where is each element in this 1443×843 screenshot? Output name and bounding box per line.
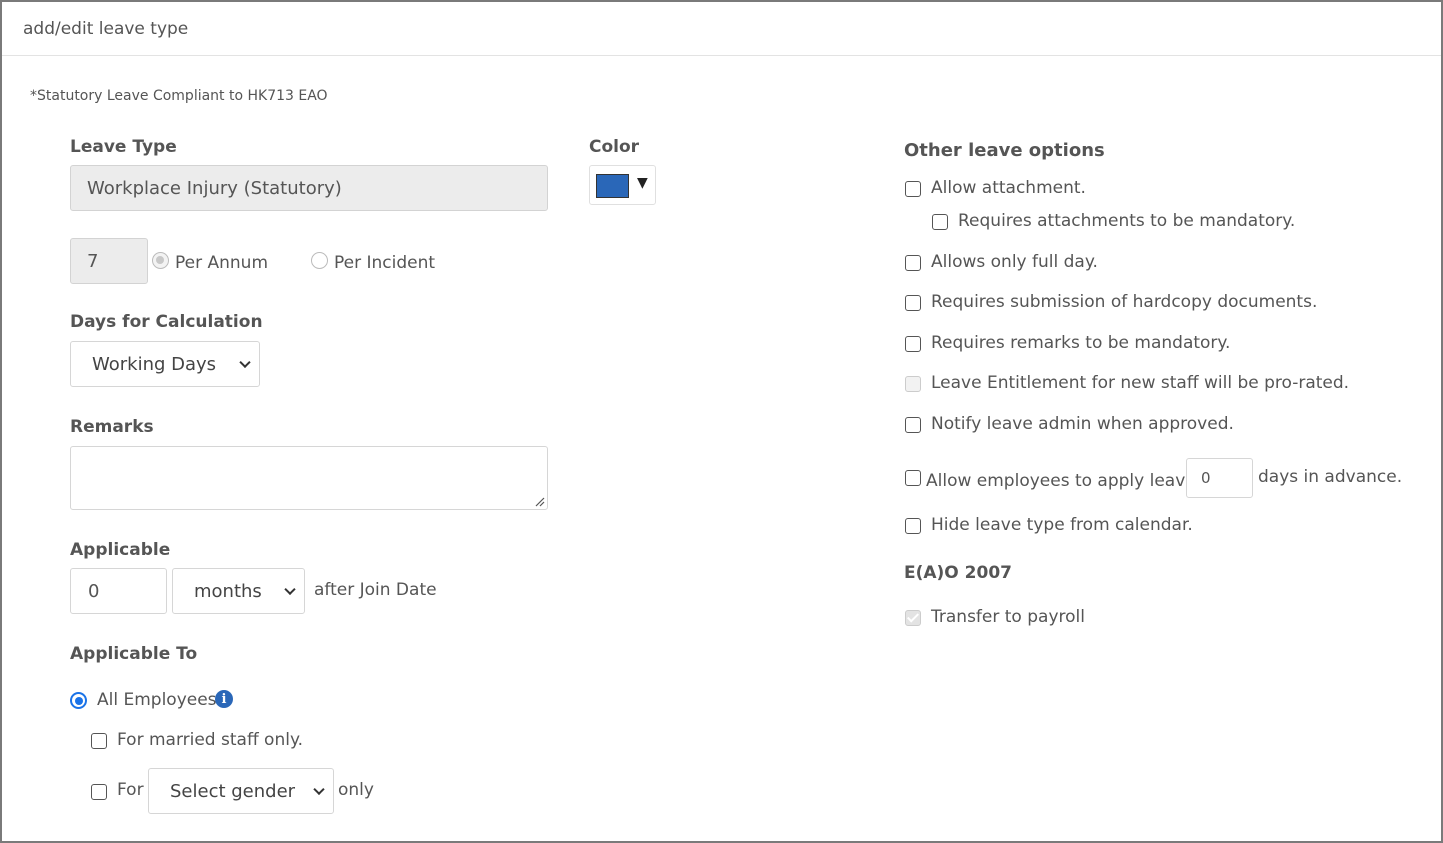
notify-admin-label: Notify leave admin when approved. <box>931 414 1234 434</box>
info-icon[interactable]: i <box>215 690 233 708</box>
color-swatch <box>596 174 629 198</box>
applicable-input[interactable]: 0 <box>70 568 167 614</box>
per-incident-radio[interactable] <box>311 252 328 269</box>
advance-days-input[interactable]: 0 <box>1186 458 1253 498</box>
gender-select[interactable]: Select gender <box>148 768 334 814</box>
apply-in-advance-checkbox[interactable] <box>905 470 921 486</box>
chevron-down-icon <box>313 783 325 796</box>
full-day-only-checkbox[interactable] <box>905 255 921 271</box>
entitlement-days-input[interactable]: 7 <box>70 238 148 284</box>
color-label: Color <box>589 137 640 157</box>
per-annum-radio[interactable] <box>152 252 169 269</box>
transfer-payroll-label: Transfer to payroll <box>931 607 1085 627</box>
per-annum-label: Per Annum <box>175 253 269 273</box>
eao-title: E(A)O 2007 <box>904 563 1012 583</box>
statutory-note: *Statutory Leave Compliant to HK713 EAO <box>30 88 328 104</box>
remarks-mandatory-label: Requires remarks to be mandatory. <box>931 333 1231 353</box>
per-incident-label: Per Incident <box>334 253 436 273</box>
transfer-payroll-checkbox[interactable] <box>905 610 921 626</box>
attachments-mandatory-checkbox[interactable] <box>932 214 948 230</box>
other-options-title: Other leave options <box>904 140 1105 161</box>
days-calc-label: Days for Calculation <box>70 312 263 332</box>
applicable-to-label: Applicable To <box>70 644 198 664</box>
notify-admin-checkbox[interactable] <box>905 417 921 433</box>
hardcopy-docs-checkbox[interactable] <box>905 295 921 311</box>
applicable-unit-select[interactable]: months <box>172 568 305 614</box>
days-calc-value: Working Days <box>92 353 217 375</box>
chevron-down-icon <box>239 356 251 369</box>
gender-only-checkbox[interactable] <box>91 784 107 800</box>
after-join-date-label: after Join Date <box>314 580 437 600</box>
hide-calendar-label: Hide leave type from calendar. <box>931 515 1193 535</box>
hardcopy-docs-label: Requires submission of hardcopy document… <box>931 292 1318 312</box>
attachments-mandatory-label: Requires attachments to be mandatory. <box>958 211 1296 231</box>
all-employees-label: All Employees <box>97 690 217 710</box>
all-employees-radio[interactable] <box>70 692 87 709</box>
days-calc-select[interactable]: Working Days <box>70 341 260 387</box>
married-only-label: For married staff only. <box>117 730 303 750</box>
allow-attachment-checkbox[interactable] <box>905 181 921 197</box>
entitlement-days-value: 7 <box>87 250 99 272</box>
color-picker-button[interactable]: ▼ <box>589 165 656 205</box>
for-label: For <box>117 780 144 800</box>
advance-days-value: 0 <box>1201 469 1211 487</box>
allow-attachment-label: Allow attachment. <box>931 178 1086 198</box>
advance-days-suffix: days in advance. <box>1258 467 1403 487</box>
panel-title: add/edit leave type <box>23 19 189 39</box>
panel-header: add/edit leave type <box>2 2 1441 56</box>
applicable-value: 0 <box>88 580 100 602</box>
chevron-down-icon <box>284 583 296 596</box>
remarks-textarea[interactable] <box>70 446 548 510</box>
pro-rated-checkbox[interactable] <box>905 376 921 392</box>
remarks-mandatory-checkbox[interactable] <box>905 336 921 352</box>
resize-grip-icon[interactable] <box>535 497 545 507</box>
married-only-checkbox[interactable] <box>91 733 107 749</box>
caret-down-icon: ▼ <box>637 175 648 191</box>
leave-type-value: Workplace Injury (Statutory) <box>87 177 342 199</box>
pro-rated-label: Leave Entitlement for new staff will be … <box>931 373 1350 393</box>
hide-calendar-checkbox[interactable] <box>905 518 921 534</box>
remarks-label: Remarks <box>70 417 154 437</box>
only-label: only <box>338 780 374 800</box>
apply-in-advance-label: Allow employees to apply leave <box>926 471 1196 491</box>
leave-type-input[interactable]: Workplace Injury (Statutory) <box>70 165 548 211</box>
leave-type-panel: add/edit leave type *Statutory Leave Com… <box>0 0 1443 843</box>
full-day-only-label: Allows only full day. <box>931 252 1098 272</box>
leave-type-label: Leave Type <box>70 137 177 157</box>
applicable-unit-value: months <box>194 580 262 602</box>
applicable-label: Applicable <box>70 540 171 560</box>
gender-select-value: Select gender <box>170 780 296 802</box>
